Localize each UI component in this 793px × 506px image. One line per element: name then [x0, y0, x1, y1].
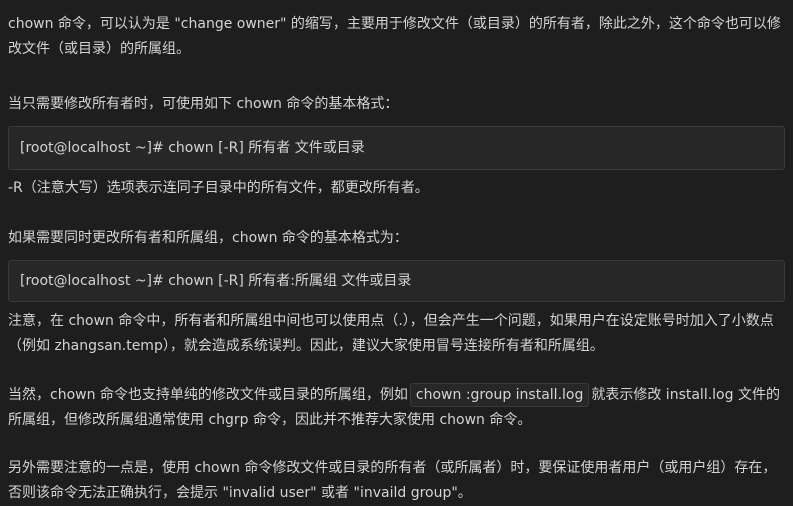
group-only-paragraph: 当然，chown 命令也支持单纯的修改文件或目录的所属组，例如 chown :gr… [8, 383, 785, 433]
group-only-text-before: 当然，chown 命令也支持单纯的修改文件或目录的所属组，例如 [8, 387, 408, 403]
intro-paragraph: chown 命令，可以认为是 "change owner" 的缩写，主要用于修改… [8, 16, 781, 57]
user-exists-note-paragraph: 另外需要注意的一点是，使用 chown 命令修改文件或目录的所有者（或所属者）时… [8, 460, 777, 501]
code-block-owner-group: [root@localhost ~]# chown [-R] 所有者:所属组 文… [8, 260, 785, 302]
dot-separator-note-paragraph: 注意，在 chown 命令中，所有者和所属组中间也可以使用点（.），但会产生一个… [8, 313, 774, 354]
recursive-option-paragraph: -R（注意大写）选项表示连同子目录中的所有文件，都更改所有者。 [8, 180, 429, 196]
inline-code-chown-group: chown :group install.log [409, 383, 590, 407]
owner-format-paragraph: 当只需要修改所有者时，可使用如下 chown 命令的基本格式： [8, 96, 399, 112]
owner-group-format-paragraph: 如果需要同时更改所有者和所属组，chown 命令的基本格式为： [8, 230, 408, 246]
code-block-owner-only: [root@localhost ~]# chown [-R] 所有者 文件或目录 [8, 126, 785, 170]
article-content: chown 命令，可以认为是 "change owner" 的缩写，主要用于修改… [0, 0, 793, 501]
